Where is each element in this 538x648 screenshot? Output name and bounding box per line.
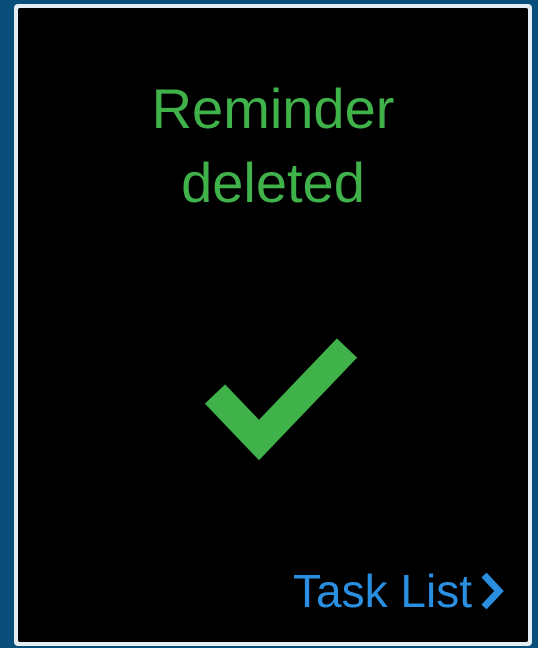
- checkmark-icon: [204, 338, 358, 461]
- task-list-link[interactable]: Task List: [293, 563, 504, 619]
- chevron-right-icon: [481, 572, 504, 610]
- task-list-label: Task List: [293, 565, 472, 617]
- watch-screen: Reminder deleted Task List: [18, 8, 528, 642]
- message-line-2: deleted: [181, 151, 365, 214]
- confirmation-message: Reminder deleted: [18, 72, 528, 220]
- message-line-1: Reminder: [151, 77, 395, 140]
- device-frame: Reminder deleted Task List: [14, 4, 532, 646]
